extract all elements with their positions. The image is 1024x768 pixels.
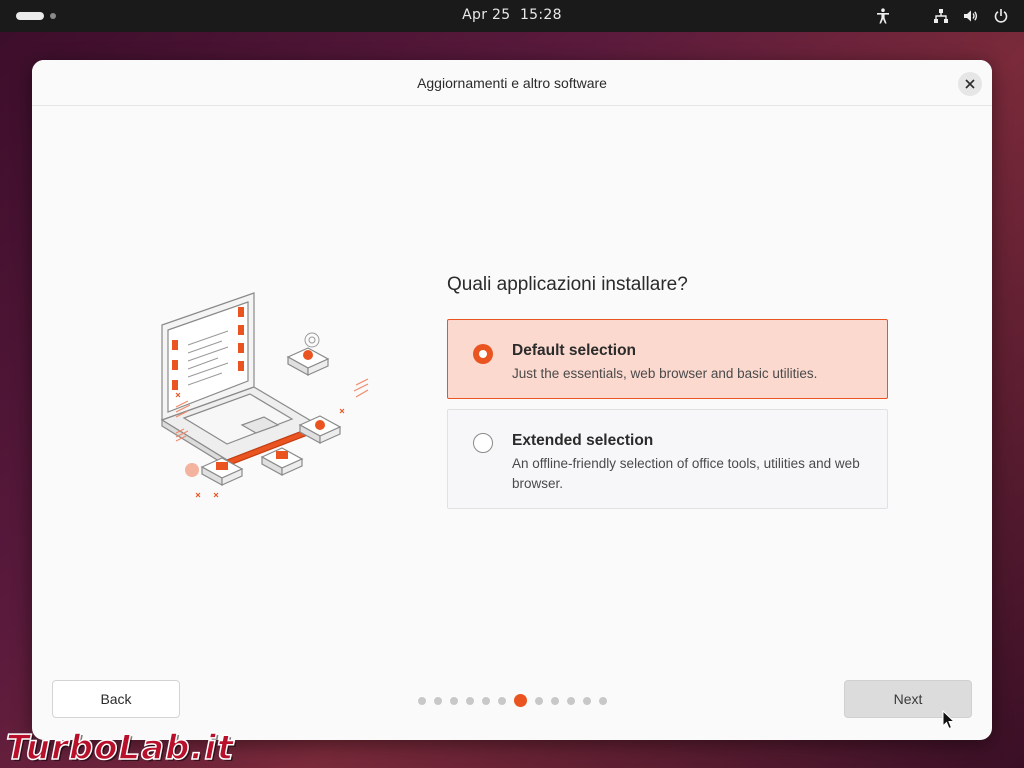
- progress-dot: [482, 696, 490, 705]
- option-description: An offline-friendly selection of office …: [512, 456, 860, 491]
- progress-dot: [551, 696, 559, 705]
- option-title: Default selection: [512, 342, 637, 359]
- activities-button[interactable]: [16, 12, 44, 20]
- radio-extended-selection[interactable]: [473, 433, 493, 453]
- power-icon[interactable]: [992, 7, 1010, 25]
- volume-icon[interactable]: [962, 7, 980, 25]
- progress-dot: [466, 696, 474, 705]
- progress-dot: [583, 696, 591, 705]
- top-bar: Apr 25 15:28: [0, 0, 1024, 32]
- close-button[interactable]: [958, 72, 982, 96]
- laptop-illustration: [132, 285, 372, 505]
- question-heading: Quali applicazioni installare?: [447, 274, 688, 295]
- system-tray: [874, 7, 1010, 25]
- network-icon[interactable]: [932, 7, 950, 25]
- progress-dot-current: [514, 694, 527, 707]
- installer-window: Aggiornamenti e altro software Quali app…: [32, 60, 992, 740]
- accessibility-icon[interactable]: [874, 7, 892, 25]
- radio-default-selection[interactable]: [473, 344, 493, 364]
- workspace-indicator[interactable]: [50, 13, 56, 19]
- close-icon: [965, 79, 975, 89]
- option-description: Just the essentials, web browser and bas…: [512, 366, 818, 381]
- mouse-cursor-icon: [942, 709, 956, 734]
- clock-date[interactable]: Apr 25: [462, 7, 510, 23]
- progress-dot: [450, 696, 458, 705]
- progress-dot: [599, 696, 607, 705]
- progress-dot: [434, 696, 442, 705]
- progress-dot: [567, 696, 575, 705]
- progress-dot: [535, 696, 543, 705]
- clock: Apr 25 15:28: [0, 0, 1024, 32]
- watermark-logo: TurboLab.it: [5, 727, 235, 768]
- progress-dots: [418, 694, 607, 707]
- title-bar: Aggiornamenti e altro software: [32, 60, 992, 106]
- option-title: Extended selection: [512, 432, 654, 449]
- option-default-selection[interactable]: Default selection Just the essentials, w…: [447, 319, 888, 399]
- window-title: Aggiornamenti e altro software: [417, 75, 607, 91]
- back-button[interactable]: Back: [52, 680, 180, 718]
- clock-time[interactable]: 15:28: [520, 7, 562, 23]
- progress-dot: [498, 696, 506, 705]
- option-extended-selection[interactable]: Extended selection An offline-friendly s…: [447, 409, 888, 509]
- progress-dot: [418, 696, 426, 705]
